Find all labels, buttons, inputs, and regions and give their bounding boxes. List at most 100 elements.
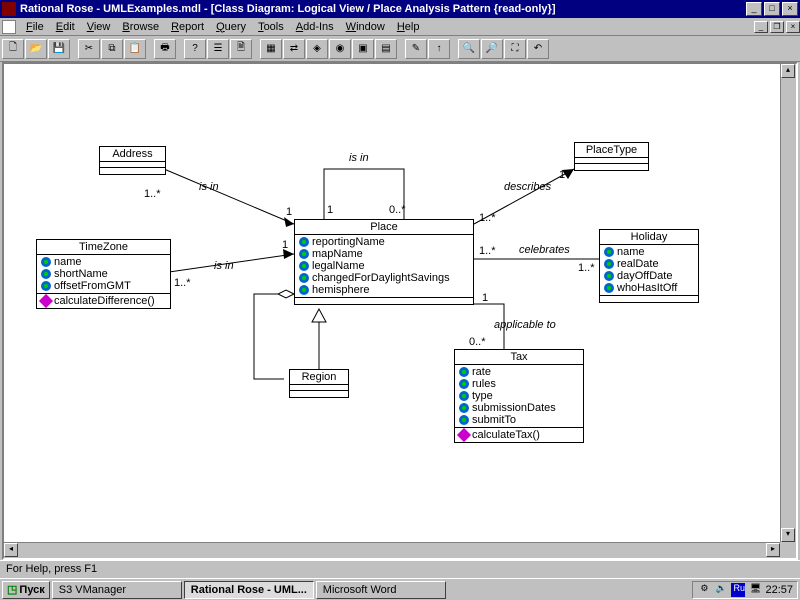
- class-name: Holiday: [600, 230, 698, 245]
- zoom-out-icon[interactable]: 🔎: [481, 39, 503, 59]
- operation-icon: [457, 428, 471, 442]
- language-indicator[interactable]: Ru: [731, 583, 745, 597]
- task-rational-rose[interactable]: Rational Rose - UML...: [184, 581, 314, 599]
- tray-icon[interactable]: 🔊: [714, 583, 728, 597]
- cut-icon[interactable]: ✂: [78, 39, 100, 59]
- mult-pt1: 1..*: [479, 212, 496, 224]
- start-button[interactable]: ◳Пуск: [2, 581, 50, 599]
- assoc-label-celebrates: celebrates: [519, 244, 570, 256]
- mdi-restore-button[interactable]: ❐: [770, 21, 784, 33]
- attribute-icon: [41, 281, 51, 291]
- mult-hol2: 1..*: [578, 262, 595, 274]
- clock: 22:57: [765, 584, 793, 596]
- task-s3vmanager[interactable]: S3 VManager: [52, 581, 182, 599]
- class-name: Address: [100, 147, 165, 162]
- attribute-icon: [604, 283, 614, 293]
- tray-icon[interactable]: ⚙: [697, 583, 711, 597]
- open-icon[interactable]: 📂: [25, 39, 47, 59]
- zoom-in-icon[interactable]: 🔍: [458, 39, 480, 59]
- mult-addr: 1..*: [144, 188, 161, 200]
- mult-pt2: 1: [559, 169, 565, 181]
- menu-query[interactable]: Query: [210, 20, 252, 34]
- menu-window[interactable]: Window: [340, 20, 391, 34]
- class-diagram-icon[interactable]: ▦: [260, 39, 282, 59]
- new-icon[interactable]: 🗋: [2, 39, 24, 59]
- class-name: Region: [290, 370, 348, 385]
- attribute-icon: [459, 403, 469, 413]
- menu-edit[interactable]: Edit: [50, 20, 81, 34]
- paste-icon[interactable]: 📋: [124, 39, 146, 59]
- collaboration-diagram-icon[interactable]: ◈: [306, 39, 328, 59]
- class-placetype[interactable]: PlaceType: [574, 142, 649, 171]
- mult-tax2: 0..*: [469, 336, 486, 348]
- menu-tools[interactable]: Tools: [252, 20, 290, 34]
- undo-fit-icon[interactable]: ↶: [527, 39, 549, 59]
- title-bar: Rational Rose - UMLExamples.mdl - [Class…: [0, 0, 800, 18]
- class-tax[interactable]: Tax rate rules type submissionDates subm…: [454, 349, 584, 443]
- status-text: For Help, press F1: [6, 563, 97, 575]
- fit-window-icon[interactable]: ⛶: [504, 39, 526, 59]
- scroll-down-icon[interactable]: ▾: [781, 528, 795, 542]
- component-diagram-icon[interactable]: ▣: [352, 39, 374, 59]
- diagram-canvas[interactable]: Address 1..* is in 1 TimeZone name short…: [4, 64, 780, 542]
- mdi-minimize-button[interactable]: _: [754, 21, 768, 33]
- class-holiday[interactable]: Holiday name realDate dayOffDate whoHasI…: [599, 229, 699, 303]
- browse-icon[interactable]: ☰: [207, 39, 229, 59]
- mult-self1: 1: [327, 204, 333, 216]
- menu-addins[interactable]: Add-Ins: [290, 20, 340, 34]
- deployment-diagram-icon[interactable]: ▤: [375, 39, 397, 59]
- browse-parent-icon[interactable]: ↑: [428, 39, 450, 59]
- maximize-button[interactable]: □: [764, 2, 780, 16]
- tray-icon[interactable]: 🖥: [748, 583, 762, 597]
- doc-icon[interactable]: 🗎: [230, 39, 252, 59]
- attribute-icon: [459, 379, 469, 389]
- attribute-icon: [299, 261, 309, 271]
- close-button[interactable]: ×: [782, 2, 798, 16]
- window-title: Rational Rose - UMLExamples.mdl - [Class…: [20, 3, 744, 15]
- state-diagram-icon[interactable]: ◉: [329, 39, 351, 59]
- mult-tz2: 1: [282, 239, 288, 251]
- attribute-icon: [299, 273, 309, 283]
- scroll-right-icon[interactable]: ▸: [766, 543, 780, 557]
- horizontal-scrollbar[interactable]: ◂ ▸: [4, 542, 780, 558]
- menu-report[interactable]: Report: [165, 20, 210, 34]
- assoc-label-self: is in: [349, 152, 369, 164]
- class-place[interactable]: Place reportingName mapName legalName ch…: [294, 219, 474, 305]
- menu-help[interactable]: Help: [391, 20, 426, 34]
- minimize-button[interactable]: _: [746, 2, 762, 16]
- attribute-icon: [604, 259, 614, 269]
- help-icon[interactable]: ?: [184, 39, 206, 59]
- system-tray[interactable]: ⚙ 🔊 Ru 🖥 22:57: [692, 581, 798, 599]
- mult-tax1: 1: [482, 292, 488, 304]
- class-address[interactable]: Address: [99, 146, 166, 175]
- sequence-diagram-icon[interactable]: ⇄: [283, 39, 305, 59]
- mdi-close-button[interactable]: ×: [786, 21, 800, 33]
- copy-icon[interactable]: ⧉: [101, 39, 123, 59]
- menu-file[interactable]: File: [20, 20, 50, 34]
- save-icon[interactable]: 💾: [48, 39, 70, 59]
- mult-hol1: 1..*: [479, 245, 496, 257]
- class-region[interactable]: Region: [289, 369, 349, 398]
- attribute-icon: [299, 237, 309, 247]
- scroll-up-icon[interactable]: ▴: [781, 64, 795, 78]
- document-icon[interactable]: [2, 20, 16, 34]
- spec-icon[interactable]: ✎: [405, 39, 427, 59]
- class-name: Place: [295, 220, 473, 235]
- attribute-icon: [604, 247, 614, 257]
- mult-tz: 1..*: [174, 277, 191, 289]
- menu-view[interactable]: View: [81, 20, 117, 34]
- diagram-canvas-frame: Address 1..* is in 1 TimeZone name short…: [2, 62, 798, 560]
- menu-bar: File Edit View Browse Report Query Tools…: [0, 18, 800, 36]
- attribute-icon: [299, 285, 309, 295]
- print-icon[interactable]: 🖶: [154, 39, 176, 59]
- task-msword[interactable]: Microsoft Word: [316, 581, 446, 599]
- attribute-icon: [459, 367, 469, 377]
- attribute-icon: [299, 249, 309, 259]
- class-timezone[interactable]: TimeZone name shortName offsetFromGMT ca…: [36, 239, 171, 309]
- scroll-left-icon[interactable]: ◂: [4, 543, 18, 557]
- mult-self2: 0..*: [389, 204, 406, 216]
- class-name: PlaceType: [575, 143, 648, 158]
- vertical-scrollbar[interactable]: ▴ ▾: [780, 64, 796, 542]
- menu-browse[interactable]: Browse: [116, 20, 165, 34]
- toolbar: 🗋 📂 💾 ✂ ⧉ 📋 🖶 ? ☰ 🗎 ▦ ⇄ ◈ ◉ ▣ ▤ ✎ ↑ 🔍 🔎 …: [0, 36, 800, 62]
